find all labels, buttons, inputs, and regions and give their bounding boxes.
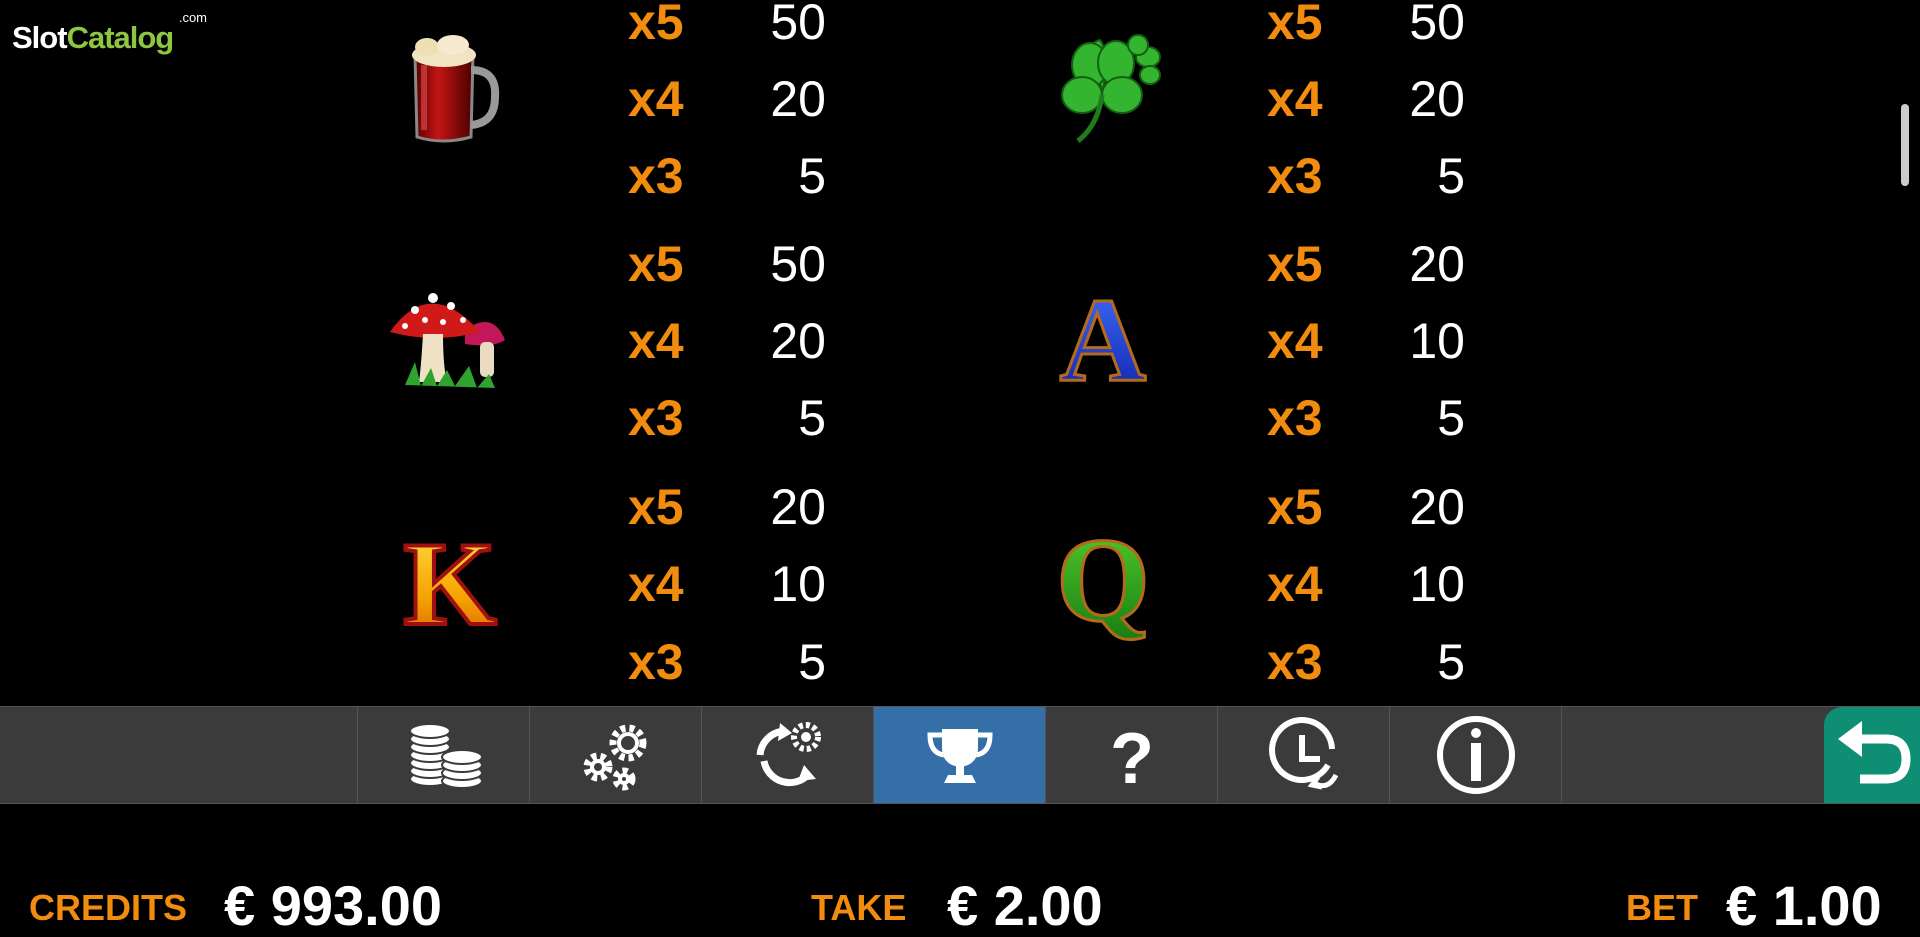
letter-k-symbol: K <box>385 512 515 652</box>
pay-value: 10 <box>1409 556 1465 612</box>
back-arrow-icon <box>1838 721 1911 784</box>
pay-value: 10 <box>1409 313 1465 369</box>
back-button[interactable] <box>1824 707 1920 803</box>
pay-multiplier: x5 <box>1267 479 1323 535</box>
info-button[interactable] <box>1389 707 1562 803</box>
paytable-scrollbar[interactable] <box>1898 0 1912 706</box>
mushroom-symbol <box>385 270 515 400</box>
help-button[interactable]: ? <box>1045 707 1217 803</box>
beer-mug-symbol <box>385 25 515 155</box>
gears-icon <box>583 724 646 791</box>
coins-button[interactable] <box>357 707 529 803</box>
take-value: € 2.00 <box>947 874 1103 937</box>
pay-value: 20 <box>1409 71 1465 127</box>
bet-value: € 1.00 <box>1726 874 1882 937</box>
pay-multiplier: x5 <box>628 0 684 50</box>
pay-multiplier: x3 <box>1267 148 1323 204</box>
pay-value: 5 <box>1437 390 1465 446</box>
pay-value: 20 <box>1409 479 1465 535</box>
letter-a-glyph: A <box>1060 273 1147 400</box>
four-leaf-clover-symbol <box>1038 25 1168 155</box>
credits-label: CREDITS <box>29 887 188 928</box>
autoplay-icon <box>756 722 821 787</box>
letter-k-glyph: K <box>403 517 496 642</box>
scrollbar-thumb[interactable] <box>1901 104 1909 186</box>
status-bar: CREDITS € 993.00 TAKE € 2.00 BET € 1.00 <box>0 805 1920 937</box>
paytable: K A Q x5 50 x4 20 x3 5 x5 50 x4 20 x3 5 … <box>0 0 1896 706</box>
pay-multiplier: x3 <box>628 390 684 446</box>
pay-multiplier: x3 <box>628 634 684 690</box>
settings-button[interactable] <box>529 707 701 803</box>
pay-multiplier: x4 <box>628 71 684 127</box>
paytable-button[interactable] <box>873 707 1045 803</box>
pay-multiplier: x5 <box>1267 0 1323 50</box>
pay-value: 5 <box>798 390 826 446</box>
svg-text:?: ? <box>1110 719 1154 797</box>
pay-multiplier: x5 <box>628 236 684 292</box>
pay-value: 10 <box>770 556 826 612</box>
history-icon <box>1268 717 1338 790</box>
pay-value: 20 <box>770 479 826 535</box>
pay-multiplier: x4 <box>628 313 684 369</box>
pay-multiplier: x4 <box>628 556 684 612</box>
pay-value: 5 <box>1437 634 1465 690</box>
letter-q-symbol: Q <box>1038 512 1168 648</box>
history-button[interactable] <box>1217 707 1389 803</box>
credits-value: € 993.00 <box>224 874 442 937</box>
game-screen: .com SlotCatalog K A Q x5 50 x4 20 x3 5 … <box>0 0 1920 937</box>
pay-value: 20 <box>1409 236 1465 292</box>
letter-a-symbol: A <box>1038 270 1168 408</box>
pay-multiplier: x4 <box>1267 556 1323 612</box>
autoplay-settings-button[interactable] <box>701 707 873 803</box>
pay-value: 50 <box>770 0 826 50</box>
pay-value: 5 <box>798 634 826 690</box>
help-icon: ? <box>1110 719 1154 797</box>
info-icon <box>1436 716 1515 794</box>
coins-icon <box>408 723 483 789</box>
pay-value: 20 <box>770 71 826 127</box>
letter-q-glyph: Q <box>1056 513 1149 642</box>
pay-multiplier: x3 <box>1267 390 1323 446</box>
pay-value: 5 <box>1437 148 1465 204</box>
pay-multiplier: x5 <box>628 479 684 535</box>
pay-multiplier: x4 <box>1267 71 1323 127</box>
pay-value: 5 <box>798 148 826 204</box>
pay-multiplier: x3 <box>1267 634 1323 690</box>
bet-label: BET <box>1626 887 1698 928</box>
pay-value: 50 <box>770 236 826 292</box>
pay-value: 20 <box>770 313 826 369</box>
toolbar: ? <box>0 706 1920 804</box>
pay-multiplier: x4 <box>1267 313 1323 369</box>
trophy-icon <box>926 729 993 783</box>
pay-multiplier: x3 <box>628 148 684 204</box>
pay-value: 50 <box>1409 0 1465 50</box>
pay-multiplier: x5 <box>1267 236 1323 292</box>
take-label: TAKE <box>811 887 907 928</box>
